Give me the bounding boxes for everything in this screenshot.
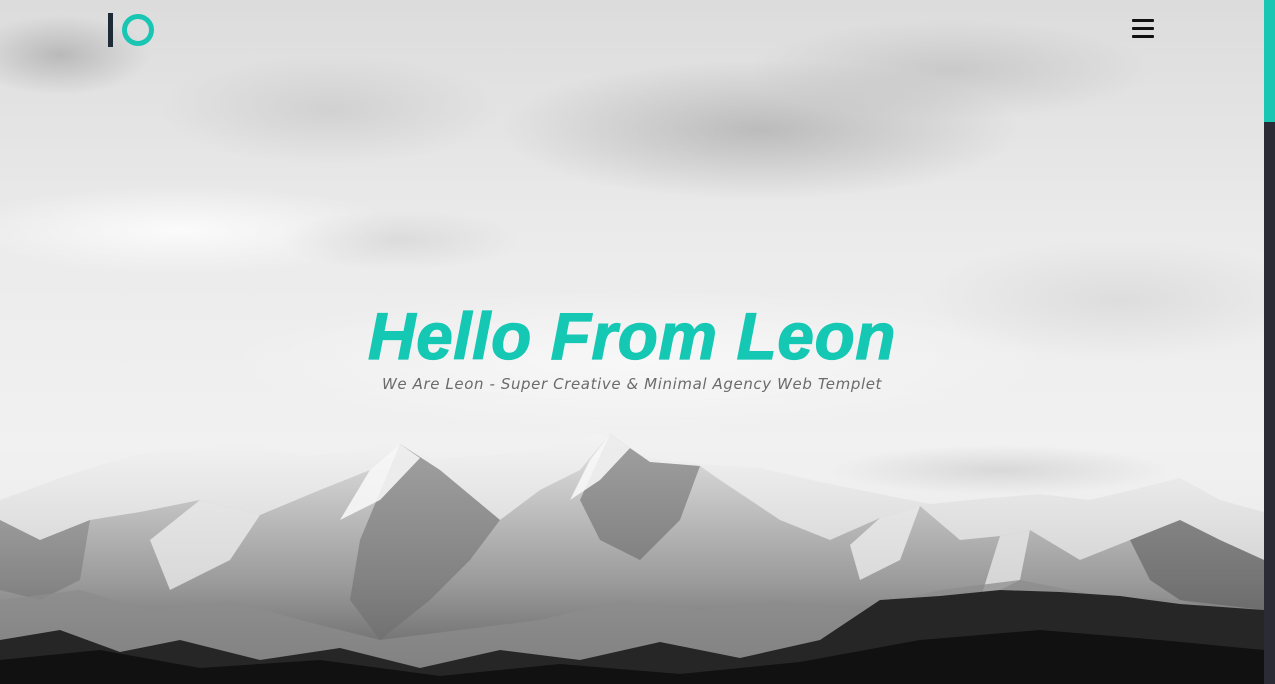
- scrollbar-track[interactable]: [1264, 0, 1275, 684]
- logo-ring-mark: [122, 14, 154, 46]
- scrollbar-thumb[interactable]: [1264, 0, 1275, 122]
- menu-line-top: [1132, 19, 1154, 22]
- hero-title: Hello From Leon: [367, 298, 897, 373]
- menu-line-middle: [1132, 27, 1154, 30]
- logo[interactable]: [108, 10, 168, 50]
- menu-line-bottom: [1132, 35, 1154, 38]
- page: Hello From Leon We Are Leon - Super Crea…: [0, 0, 1275, 684]
- hero-text: Hello From Leon We Are Leon - Super Crea…: [0, 296, 1264, 392]
- hamburger-menu-icon[interactable]: [1130, 16, 1156, 40]
- hero-subtitle: We Are Leon - Super Creative & Minimal A…: [381, 375, 883, 393]
- logo-bar-mark: [108, 13, 113, 47]
